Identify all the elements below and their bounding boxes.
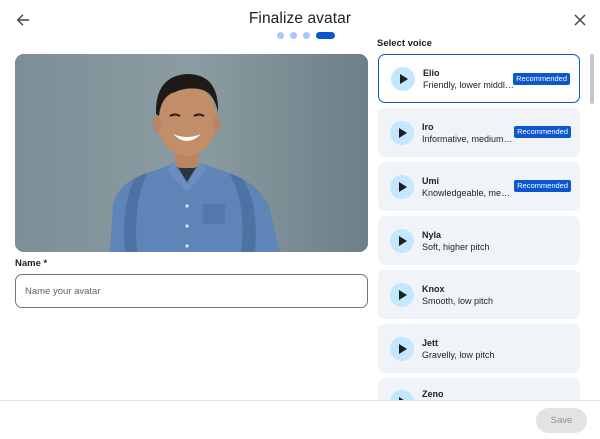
play-button[interactable] [390, 228, 414, 253]
play-icon [399, 73, 408, 84]
voice-option-iro[interactable]: Iro Informative, medium pitch Recommende… [378, 108, 580, 157]
voice-name: Umi [422, 175, 440, 186]
voice-list-scrollbar[interactable] [590, 54, 594, 104]
voice-description: Informative, medium pitch [422, 133, 514, 144]
voice-name: Nyla [422, 229, 442, 240]
dialog-title: Finalize avatar [248, 10, 352, 27]
step-indicator [290, 32, 297, 39]
voice-list: Elio Friendly, lower middle pitch Recomm… [377, 53, 581, 400]
voice-name: Knox [422, 283, 445, 294]
recommended-badge: Recommended [514, 126, 571, 138]
voice-name: Elio [423, 67, 440, 78]
voice-option-umi[interactable]: Umi Knowledgeable, medium pitch Recommen… [378, 162, 580, 211]
play-button[interactable] [390, 336, 414, 361]
progress-stepper [277, 32, 335, 39]
step-indicator [277, 32, 284, 39]
play-button[interactable] [390, 120, 414, 145]
recommended-badge: Recommended [514, 180, 571, 192]
voice-name: Jett [422, 337, 439, 348]
voice-description: Gravelly, low pitch [422, 349, 495, 360]
avatar-preview [15, 54, 368, 252]
avatar-name-input[interactable] [15, 274, 368, 308]
voice-description: Smooth, low pitch [422, 295, 494, 306]
voice-name: Zeno [422, 389, 444, 399]
select-voice-label: Select voice [377, 38, 432, 49]
play-button[interactable] [390, 282, 414, 307]
play-icon [398, 289, 407, 300]
voice-name: Iro [422, 121, 434, 132]
voice-option-elio[interactable]: Elio Friendly, lower middle pitch Recomm… [378, 54, 580, 103]
recommended-badge: Recommended [513, 73, 570, 85]
play-button[interactable] [390, 174, 414, 199]
play-button[interactable] [390, 390, 414, 400]
footer-divider [0, 400, 600, 401]
close-icon [574, 14, 586, 26]
close-button[interactable] [568, 8, 592, 32]
voice-option-knox[interactable]: Knox Smooth, low pitch [378, 270, 580, 319]
avatar-photo [15, 54, 368, 252]
save-button[interactable]: Save [536, 408, 587, 433]
step-indicator-active [316, 32, 335, 39]
play-button[interactable] [391, 66, 415, 91]
play-icon [398, 181, 407, 192]
voice-option-nyla[interactable]: Nyla Soft, higher pitch [378, 216, 580, 265]
play-icon [398, 343, 407, 354]
voice-description: Knowledgeable, medium pitch [422, 187, 514, 198]
voice-option-zeno[interactable]: Zeno [378, 378, 580, 400]
play-icon [398, 127, 407, 138]
name-field-label: Name * [15, 258, 48, 269]
play-icon [398, 235, 407, 246]
voice-option-jett[interactable]: Jett Gravelly, low pitch [378, 324, 580, 373]
voice-description: Friendly, lower middle pitch [423, 79, 515, 90]
step-indicator [303, 32, 310, 39]
voice-description: Soft, higher pitch [422, 241, 490, 252]
